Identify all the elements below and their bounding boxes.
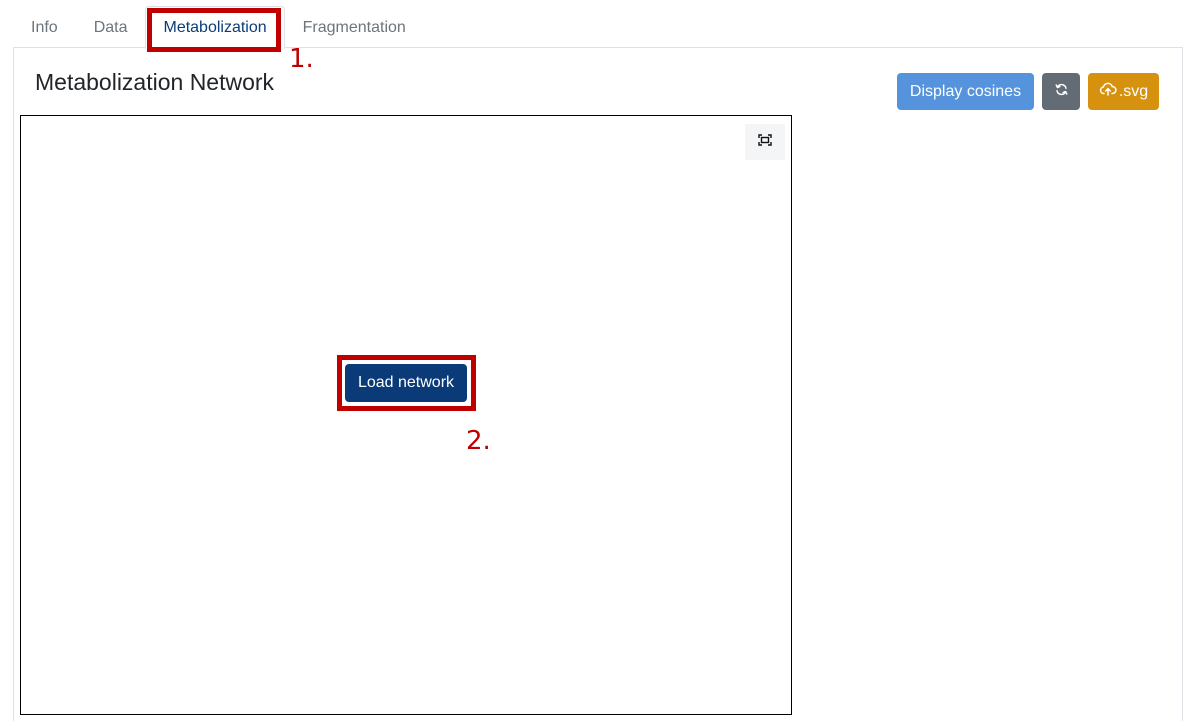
download-svg-button[interactable]: .svg — [1088, 73, 1159, 110]
svg-label: .svg — [1118, 82, 1149, 100]
refresh-button[interactable] — [1042, 73, 1080, 110]
annotation-step-1: 1. — [289, 44, 314, 74]
tab-data[interactable]: Data — [76, 6, 146, 48]
metabolization-panel: Metabolization Network Display cosines .… — [13, 47, 1183, 721]
display-cosines-label: Display cosines — [909, 82, 1022, 100]
display-cosines-button[interactable]: Display cosines — [897, 73, 1034, 110]
annotation-step-2: 2. — [466, 426, 491, 456]
fit-to-screen-button[interactable] — [745, 124, 785, 160]
tab-metabolization[interactable]: Metabolization — [145, 6, 285, 49]
load-network-button[interactable]: Load network — [345, 364, 467, 402]
cloud-upload-icon — [1099, 82, 1117, 101]
tab-fragmentation[interactable]: Fragmentation — [285, 6, 424, 48]
refresh-icon — [1054, 83, 1068, 101]
tab-bar: Info Data Metabolization Fragmentation — [13, 6, 424, 49]
page-title: Metabolization Network — [35, 69, 275, 95]
tab-info[interactable]: Info — [13, 6, 76, 48]
fit-to-screen-icon — [758, 133, 772, 151]
network-canvas[interactable]: Load network — [20, 115, 792, 715]
app-root: Info Data Metabolization Fragmentation M… — [0, 0, 1195, 721]
